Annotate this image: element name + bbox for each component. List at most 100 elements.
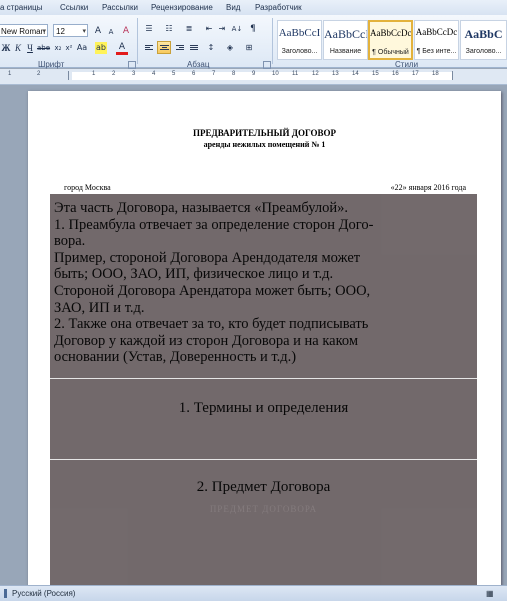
section-2-heading: 2. Предмет Договора [196, 479, 331, 495]
ruler-number: 7 [212, 71, 216, 77]
overlay-line: Эта часть Договора, называется «Преамбул… [54, 200, 348, 216]
numbering-icon[interactable]: ☷ [163, 23, 175, 35]
ruler-number: 8 [232, 71, 236, 77]
style-title[interactable]: AaBbCcI Название [323, 20, 368, 60]
indent-marker-icon[interactable] [68, 71, 69, 80]
ribbon-tab-bar: а страницы Ссылки Рассылки Рецензировани… [0, 0, 507, 16]
tab-review[interactable]: Рецензирование [151, 3, 213, 12]
ruler-number: 12 [312, 71, 319, 77]
document-subtitle: аренды нежилых помещений № 1 [203, 140, 326, 149]
align-right-icon[interactable] [174, 42, 186, 54]
ribbon: New Roman ▾ 12 ▾ A A A Ж К Ч abe x₂ x² A… [0, 15, 507, 69]
change-case-button[interactable]: Aa [76, 42, 88, 54]
overlay-line: 1. Преамбула отвечает за определение сто… [54, 216, 374, 233]
line-spacing-icon[interactable]: ↕ [205, 42, 217, 54]
grow-font-button[interactable]: A [92, 25, 104, 37]
language-indicator[interactable]: Русский (Россия) [12, 589, 75, 598]
ruler-number: 17 [412, 71, 419, 77]
overlay-line: ЗАО, ИП и т.д. [54, 299, 145, 316]
style-sample: AaBbCcI [324, 27, 368, 41]
ruler-number: 4 [152, 71, 156, 77]
style-name: Заголово... [465, 48, 502, 55]
tab-mailings[interactable]: Рассылки [102, 3, 138, 12]
show-marks-icon[interactable]: ¶ [247, 23, 259, 35]
style-sample: AaBbC [464, 27, 503, 41]
right-indent-marker-icon[interactable] [452, 71, 453, 80]
italic-button[interactable]: К [12, 42, 24, 54]
font-dialog-launcher-icon[interactable] [128, 61, 136, 69]
tab-references[interactable]: Ссылки [60, 3, 88, 12]
tab-developer[interactable]: Разработчик [255, 3, 302, 12]
document-page[interactable]: ПРЕДВАРИТЕЛЬНЫЙ ДОГОВОР аренды нежилых п… [28, 91, 501, 585]
strikethrough-button[interactable]: abe [37, 42, 50, 54]
sort-icon[interactable]: А↓ [231, 23, 243, 35]
align-left-icon[interactable] [143, 42, 155, 54]
chevron-down-icon[interactable]: ▾ [42, 25, 46, 38]
style-name: Заголово... [281, 48, 318, 55]
style-name: ¶ Без инте... [416, 48, 457, 55]
style-sample: AaBbCcDc [370, 28, 412, 38]
status-indicator-icon [4, 589, 7, 598]
document-area: ПРЕДВАРИТЕЛЬНЫЙ ДОГОВОР аренды нежилых п… [0, 85, 507, 585]
ruler-number: 2 [112, 71, 116, 77]
font-color-button[interactable]: A [116, 41, 128, 55]
ruler-number: 9 [252, 71, 256, 77]
overlay-line: основании (Устав, Доверенность и т.д.) [54, 349, 297, 366]
overlay-line: Стороной Договора Арендатора может быть;… [54, 282, 371, 299]
paragraph-dialog-launcher-icon[interactable] [263, 61, 271, 69]
faded-section-title: ПРЕДМЕТ ДОГОВОРА [209, 504, 318, 514]
justify-icon[interactable] [188, 42, 200, 54]
group-divider [137, 18, 138, 64]
style-heading-2[interactable]: AaBbC Заголово... [460, 20, 507, 60]
document-title: ПРЕДВАРИТЕЛЬНЫЙ ДОГОВОР [193, 128, 336, 138]
borders-icon[interactable]: ⊞ [243, 42, 255, 54]
overlay-line: Пример, стороной Договора Арендодателя м… [54, 249, 361, 266]
style-no-spacing[interactable]: AaBbCcDc ¶ Без инте... [414, 20, 459, 60]
ruler-number: 16 [392, 71, 399, 77]
overlay-line: Договор у каждой из сторон Договора и на… [54, 332, 359, 349]
ruler-number: 1 [8, 71, 12, 77]
preamble-explanation: Эта часть Договора, называется «Преамбул… [54, 200, 474, 366]
overlay-line: вора. [54, 233, 86, 250]
bold-button[interactable]: Ж [0, 42, 12, 54]
increase-indent-icon[interactable]: ⇥ [216, 23, 228, 35]
ruler-number: 2 [37, 71, 41, 77]
style-heading-1[interactable]: AaBbCcI Заголово... [277, 20, 322, 60]
annotation-overlay: Эта часть Договора, называется «Преамбул… [50, 194, 477, 585]
status-bar: Русский (Россия) ▦ [0, 585, 507, 601]
horizontal-ruler[interactable]: 1 2 1 2 3 4 5 6 7 8 9 10 11 12 13 14 15 … [0, 69, 507, 85]
chevron-down-icon[interactable]: ▾ [82, 25, 86, 38]
style-name: ¶ Обычный [372, 49, 409, 56]
clear-format-button[interactable]: A [120, 25, 132, 37]
font-name-box[interactable]: New Roman ▾ [0, 24, 48, 37]
ruler-number: 15 [372, 71, 379, 77]
view-mode-icon[interactable]: ▦ [486, 589, 494, 598]
underline-button[interactable]: Ч [24, 42, 36, 54]
tab-view[interactable]: Вид [226, 3, 240, 12]
tab-page-layout[interactable]: а страницы [0, 3, 42, 12]
ruler-number: 18 [432, 71, 439, 77]
decrease-indent-icon[interactable]: ⇤ [203, 23, 215, 35]
ruler-number: 3 [132, 71, 136, 77]
ruler-number: 1 [92, 71, 96, 77]
divider-line [50, 378, 477, 379]
group-divider [272, 18, 273, 64]
font-group-label: Шрифт [38, 60, 65, 69]
superscript-button[interactable]: x² [63, 42, 75, 54]
bullets-icon[interactable]: ☰ [143, 23, 155, 35]
multilevel-list-icon[interactable]: ≣ [183, 23, 195, 35]
align-center-icon[interactable] [157, 41, 171, 54]
highlight-button[interactable]: ab [95, 42, 107, 54]
ruler-number: 14 [352, 71, 359, 77]
shading-icon[interactable]: ◈ [224, 42, 236, 54]
font-size-box[interactable]: 12 ▾ [53, 24, 88, 37]
styles-group-label: Стили [395, 60, 419, 69]
ruler-number: 6 [192, 71, 196, 77]
shrink-font-button[interactable]: A [105, 26, 117, 38]
section-1-heading: 1. Термины и определения [178, 400, 349, 416]
city-text: город Москва [64, 183, 111, 192]
style-name: Название [329, 48, 362, 55]
overlay-line: 2. Также она отвечает за то, кто будет п… [54, 316, 369, 333]
style-normal[interactable]: AaBbCcDc ¶ Обычный [368, 20, 413, 60]
font-name-value: New Roman [1, 27, 46, 36]
